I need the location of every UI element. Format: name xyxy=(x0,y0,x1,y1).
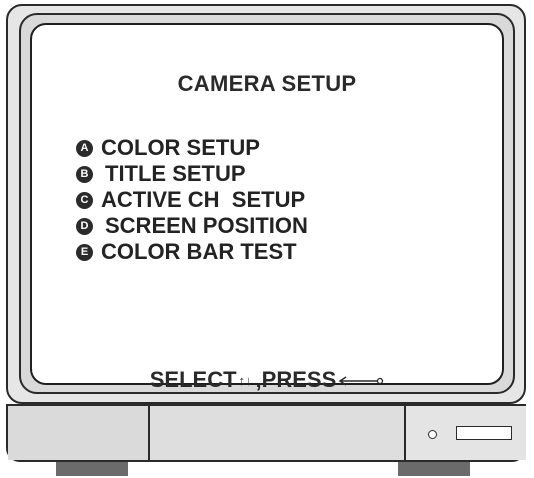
monitor-foot-right xyxy=(398,462,470,476)
monitor-base xyxy=(6,404,526,462)
page-title: CAMERA SETUP xyxy=(177,71,357,96)
navigation-hint: SELECT ↑↓ ,PRESS xyxy=(32,367,502,393)
option-d-badge-icon: D xyxy=(76,217,93,235)
menu-item-label: ACTIVE CH SETUP xyxy=(101,187,306,212)
monitor-foot-left xyxy=(56,462,128,476)
menu-item-label: COLOR SETUP xyxy=(101,135,260,160)
select-hint-label: SELECT xyxy=(149,367,237,392)
camera-setup-menu: A COLOR SETUP B TITLE SETUP C ACTIVE CH … xyxy=(76,135,308,265)
base-left-panel xyxy=(8,406,150,460)
up-down-arrows-icon: ↑↓ xyxy=(238,373,252,388)
menu-item-label: TITLE SETUP xyxy=(105,161,246,186)
option-b-badge-icon: B xyxy=(76,165,93,183)
menu-item-title-setup[interactable]: B TITLE SETUP xyxy=(76,161,308,187)
menu-item-label: COLOR BAR TEST xyxy=(101,239,297,264)
option-e-badge-icon: E xyxy=(76,243,93,261)
power-led-icon xyxy=(428,430,437,439)
menu-item-color-bar-test[interactable]: E COLOR BAR TEST xyxy=(76,239,308,265)
osd-screen: CAMERA SETUP A COLOR SETUP B TITLE SETUP… xyxy=(30,23,504,392)
menu-item-screen-position[interactable]: D SCREEN POSITION xyxy=(76,213,308,239)
base-control-panel xyxy=(404,406,526,460)
option-c-badge-icon: C xyxy=(76,191,93,209)
menu-item-color-setup[interactable]: A COLOR SETUP xyxy=(76,135,308,161)
enter-arrow-icon xyxy=(338,376,384,386)
option-a-badge-icon: A xyxy=(76,139,93,157)
press-hint-label: ,PRESS xyxy=(255,367,337,392)
menu-item-label: SCREEN POSITION xyxy=(105,213,308,238)
menu-item-active-ch-setup[interactable]: C ACTIVE CH SETUP xyxy=(76,187,308,213)
front-slot xyxy=(456,426,512,440)
